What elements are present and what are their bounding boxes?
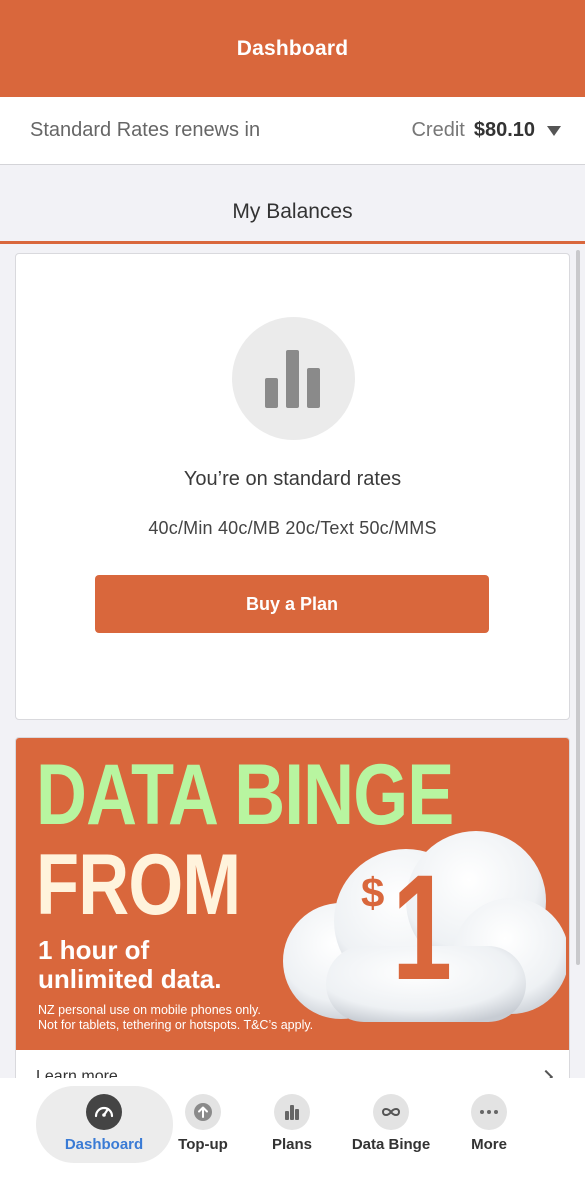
promo-price-value: 1 (392, 843, 453, 1011)
standard-rates-detail: 40c/Min 40c/MB 20c/Text 50c/MMS (148, 518, 437, 538)
buy-plan-button[interactable]: Buy a Plan (95, 575, 489, 633)
tab-more[interactable]: More (434, 1094, 544, 1153)
caret-down-icon[interactable] (547, 125, 561, 136)
tab-label: More (471, 1136, 507, 1153)
more-dots-icon (471, 1094, 507, 1130)
tab-label: Data Binge (351, 1136, 431, 1153)
promo-subheading-line2: unlimited data. (38, 964, 222, 994)
credit-dropdown[interactable]: Credit $80.10 (411, 119, 561, 142)
tab-label: Plans (271, 1136, 313, 1153)
promo-banner[interactable]: DATA BINGE FROM 1 hour of unlimited data… (16, 738, 569, 1050)
section-underline (0, 241, 585, 244)
credit-label: Credit (411, 119, 465, 141)
promo-headline-line2: FROM (36, 837, 241, 933)
balance-card: You’re on standard rates 40c/Min 40c/MB … (15, 253, 570, 720)
promo-price-symbol: $ (361, 869, 385, 916)
speedometer-icon (86, 1094, 122, 1130)
bottom-tab-bar: Dashboard Top-up Plans Data Binge More (0, 1078, 585, 1200)
page-title: Dashboard (236, 36, 349, 60)
scrollbar[interactable] (576, 250, 580, 965)
rates-renewal-text: Standard Rates renews in (30, 119, 261, 141)
bar-chart-icon (232, 317, 355, 440)
standard-rates-heading: You’re on standard rates (183, 468, 402, 490)
rates-bar[interactable]: Standard Rates renews in Credit $80.10 (0, 97, 585, 165)
credit-value: $80.10 (473, 119, 535, 141)
tab-label: Top-up (178, 1136, 228, 1153)
promo-subheading: 1 hour of unlimited data. (38, 936, 221, 994)
arrow-up-icon (185, 1094, 221, 1130)
home-indicator (218, 1188, 366, 1193)
infinity-icon (373, 1094, 409, 1130)
tab-plans[interactable]: Plans (237, 1094, 347, 1153)
tab-label: Dashboard (64, 1136, 144, 1153)
promo-subheading-line1: 1 hour of (38, 935, 150, 965)
bar-chart-icon (274, 1094, 310, 1130)
app-header: Dashboard (0, 0, 585, 97)
tab-dashboard[interactable]: Dashboard (49, 1094, 159, 1153)
data-binge-promo-card[interactable]: DATA BINGE FROM 1 hour of unlimited data… (15, 737, 570, 1082)
tab-data-binge[interactable]: Data Binge (336, 1094, 446, 1153)
section-title: My Balances (232, 200, 353, 223)
